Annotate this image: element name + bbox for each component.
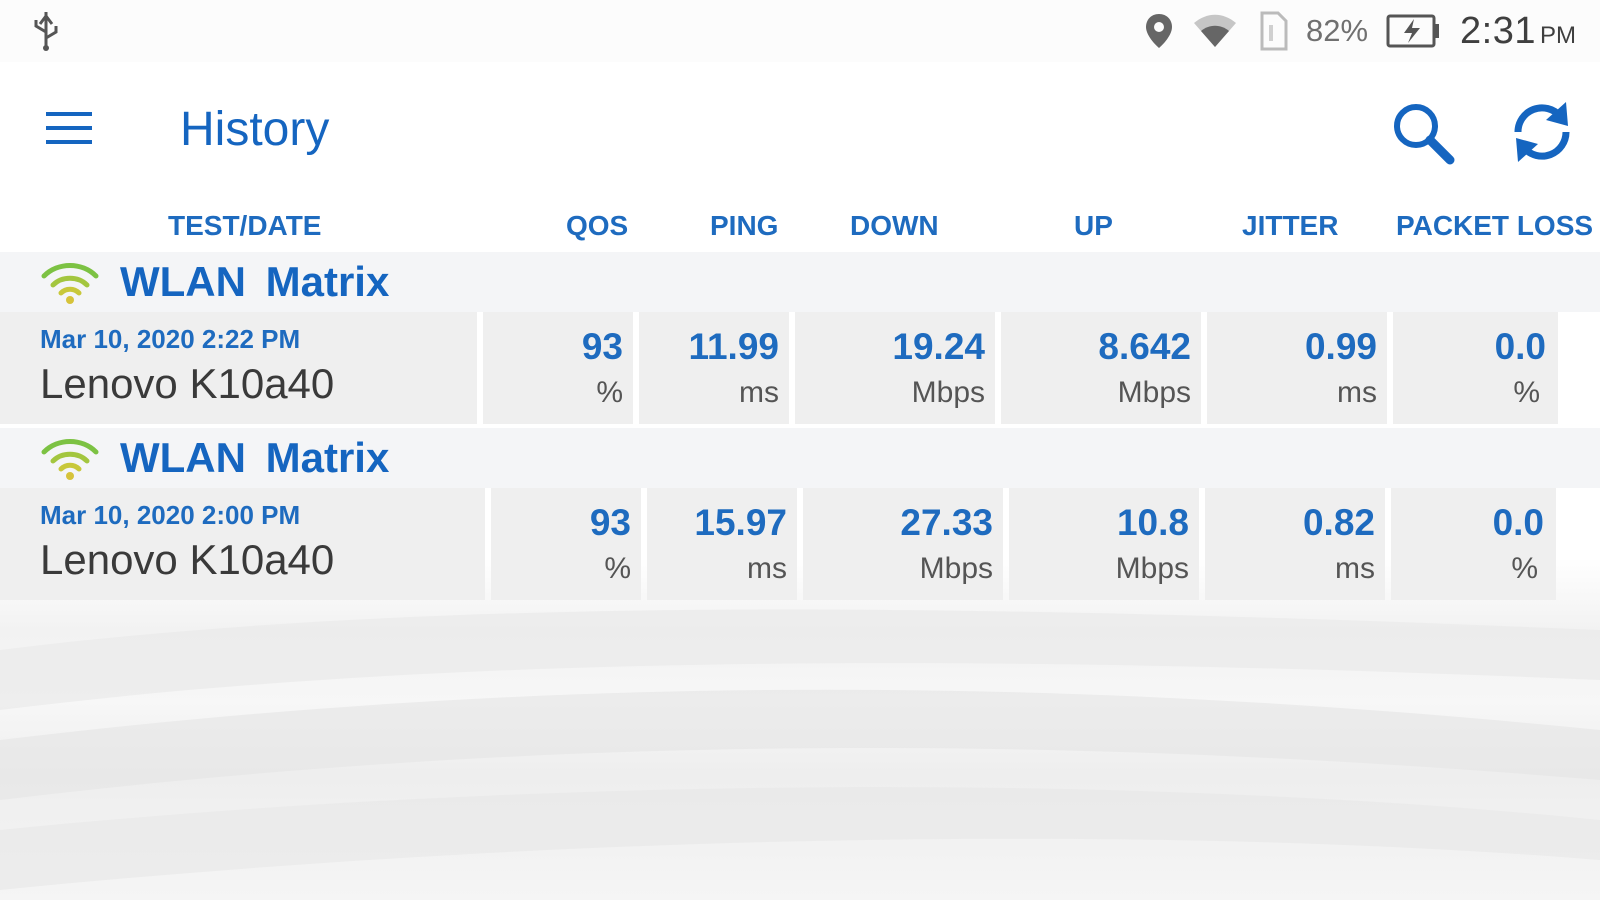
test-date: Mar 10, 2020 2:00 PM	[40, 500, 301, 530]
jitter-unit: ms	[1337, 376, 1377, 409]
network-group-header: WLAN Matrix	[0, 428, 1600, 488]
wifi-icon	[41, 439, 99, 480]
up-value: 10.8	[1116, 502, 1189, 543]
ping-unit: ms	[739, 376, 779, 409]
network-name: WLAN Matrix	[120, 258, 390, 305]
ping-value: 15.97	[694, 502, 787, 543]
ping-value: 11.99	[688, 326, 779, 367]
packet-loss-unit: %	[1511, 552, 1538, 585]
status-bar: 82% 2:31 PM	[0, 0, 1600, 62]
down-value: 19.24	[892, 326, 985, 367]
up-unit: Mbps	[1115, 552, 1189, 585]
column-header-ping[interactable]: PING	[710, 210, 778, 242]
search-icon	[1394, 104, 1455, 165]
sim-icon	[1260, 11, 1288, 51]
up-value: 8.642	[1098, 326, 1191, 367]
qos-cell: 93 %	[491, 488, 641, 600]
test-date-cell: Mar 10, 2020 2:00 PM Lenovo K10a40	[0, 488, 485, 600]
column-header-down[interactable]: DOWN	[850, 210, 939, 242]
column-header-jitter[interactable]: JITTER	[1242, 210, 1338, 242]
packet-loss-cell: 0.0 %	[1393, 312, 1558, 424]
device-name: Lenovo K10a40	[40, 536, 335, 583]
ping-unit: ms	[747, 552, 787, 585]
menu-button[interactable]	[36, 102, 106, 158]
qos-unit: %	[604, 552, 631, 585]
network-group-header: WLAN Matrix	[0, 252, 1600, 312]
jitter-unit: ms	[1335, 552, 1375, 585]
menu-icon	[46, 112, 92, 144]
column-header-qos[interactable]: QOS	[566, 210, 628, 242]
qos-value: 93	[581, 326, 623, 367]
battery-percentage: 82%	[1305, 13, 1369, 48]
test-date: Mar 10, 2020 2:22 PM	[40, 324, 301, 354]
page-title: History	[180, 103, 330, 156]
clock-time: 2:31	[1460, 9, 1536, 52]
column-header-up[interactable]: UP	[1074, 210, 1113, 242]
packet-loss-value: 0.0	[1494, 326, 1546, 367]
refresh-button[interactable]	[1506, 96, 1578, 168]
jitter-value: 0.82	[1302, 502, 1375, 543]
column-header-test-date[interactable]: TEST/DATE	[168, 210, 321, 242]
down-unit: Mbps	[919, 552, 993, 585]
battery-charging-icon	[1386, 14, 1440, 48]
qos-unit: %	[596, 376, 623, 409]
jitter-cell: 0.99 ms	[1207, 312, 1387, 424]
up-unit: Mbps	[1117, 376, 1191, 409]
qos-value: 93	[589, 502, 631, 543]
background-waves	[0, 609, 1600, 890]
history-row[interactable]: Mar 10, 2020 2:22 PM Lenovo K10a40 93 % …	[0, 312, 1600, 424]
up-cell: 10.8 Mbps	[1009, 488, 1199, 600]
history-row[interactable]: Mar 10, 2020 2:00 PM Lenovo K10a40 93 % …	[0, 488, 1600, 600]
up-cell: 8.642 Mbps	[1001, 312, 1201, 424]
search-button[interactable]	[1388, 98, 1458, 168]
jitter-value: 0.99	[1304, 326, 1377, 367]
wifi-icon	[41, 263, 99, 304]
packet-loss-cell: 0.0 %	[1391, 488, 1556, 600]
wifi-signal-icon	[1193, 14, 1236, 47]
jitter-cell: 0.82 ms	[1205, 488, 1385, 600]
usb-icon	[34, 12, 58, 51]
clock-ampm: PM	[1540, 21, 1576, 49]
device-name: Lenovo K10a40	[40, 360, 335, 407]
app-bar: History	[0, 62, 1600, 192]
packet-loss-unit: %	[1513, 376, 1540, 409]
ping-cell: 15.97 ms	[647, 488, 797, 600]
down-value: 27.33	[900, 502, 993, 543]
test-date-cell: Mar 10, 2020 2:22 PM Lenovo K10a40	[0, 312, 477, 424]
down-cell: 19.24 Mbps	[795, 312, 995, 424]
qos-cell: 93 %	[483, 312, 633, 424]
column-headers: TEST/DATE QOS PING DOWN UP JITTER PACKET…	[0, 205, 1600, 250]
column-header-packet-loss[interactable]: PACKET LOSS	[1396, 210, 1593, 242]
refresh-icon	[1514, 102, 1570, 162]
ping-cell: 11.99 ms	[639, 312, 789, 424]
location-icon	[1145, 14, 1172, 48]
clock: 2:31 PM	[1460, 10, 1576, 53]
packet-loss-value: 0.0	[1492, 502, 1544, 543]
network-name: WLAN Matrix	[120, 434, 390, 481]
down-cell: 27.33 Mbps	[803, 488, 1003, 600]
down-unit: Mbps	[911, 376, 985, 409]
